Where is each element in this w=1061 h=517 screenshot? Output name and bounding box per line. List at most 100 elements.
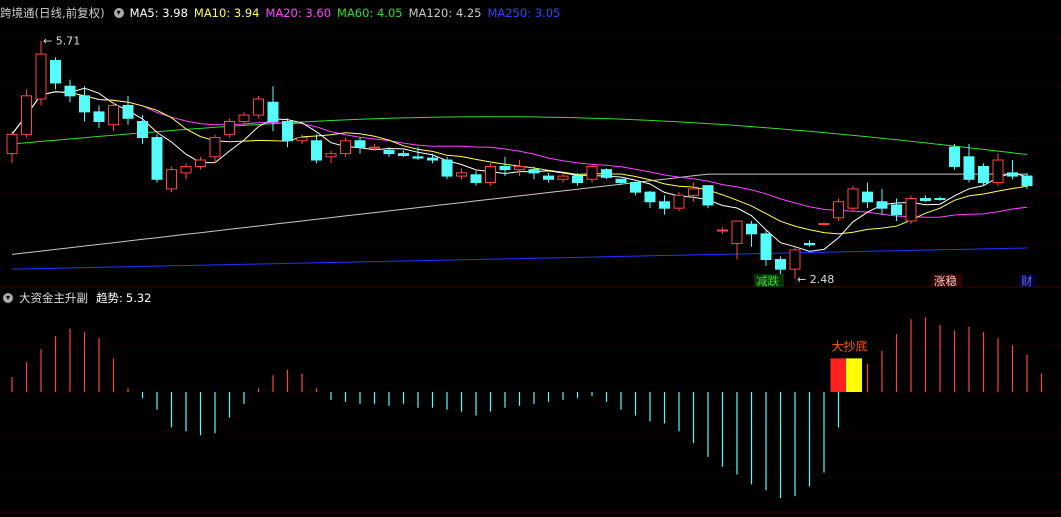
- candle-body: [427, 157, 438, 161]
- candle: [557, 172, 569, 183]
- candle: [238, 111, 250, 125]
- candle: [427, 153, 438, 164]
- candle: [644, 190, 656, 209]
- candle: [601, 168, 612, 180]
- period-label: (日线,前复权): [34, 6, 105, 20]
- candle: [905, 195, 917, 225]
- candle-body: [311, 140, 322, 161]
- candle: [6, 131, 18, 164]
- candle: [180, 163, 192, 180]
- candle: [992, 153, 1004, 186]
- candle-body: [528, 169, 540, 174]
- candle: [847, 185, 859, 212]
- candle-body: [6, 133, 18, 155]
- indicator-title: 大资金主升副: [19, 291, 88, 305]
- candle: [224, 118, 235, 138]
- candle-body: [818, 223, 830, 226]
- signal-tag: 涨稳: [934, 274, 957, 288]
- sub-chart-header: ▾ 大资金主升副 趋势: 5.32: [0, 289, 157, 307]
- candle-body: [485, 165, 496, 183]
- candle: [702, 185, 714, 209]
- candle: [920, 195, 931, 202]
- candle: [891, 198, 902, 222]
- candle-body: [659, 201, 670, 209]
- candle: [441, 156, 453, 180]
- candle: [615, 178, 627, 184]
- candle: [804, 240, 815, 247]
- candle: [311, 134, 322, 164]
- low-price-label: ← 2.48: [797, 273, 834, 286]
- ma60-line: [11, 116, 1028, 155]
- candle: [818, 222, 830, 226]
- candle-body: [325, 153, 337, 158]
- candle: [514, 160, 525, 177]
- candle-body: [209, 137, 221, 158]
- stock-name: 跨境通: [0, 6, 35, 20]
- candle: [456, 168, 467, 180]
- ma250-line: [11, 247, 1028, 270]
- candle: [470, 170, 482, 186]
- candle-body: [804, 242, 815, 246]
- candle-body: [731, 220, 743, 244]
- candle: [543, 172, 554, 183]
- candle-body: [992, 159, 1004, 183]
- candle-body: [354, 140, 366, 148]
- candle-body: [702, 185, 714, 206]
- candle: [195, 156, 206, 170]
- dropdown-circle-icon[interactable]: ▾: [113, 8, 124, 18]
- candle-body: [789, 249, 801, 270]
- indicator-label: 趋势:: [96, 291, 123, 305]
- candle-body: [340, 140, 351, 155]
- candle: [108, 102, 119, 132]
- candle-body: [876, 201, 888, 209]
- candle: [79, 86, 90, 122]
- dropdown-circle-icon[interactable]: ▾: [3, 293, 13, 303]
- signal-tag: 财: [1021, 274, 1033, 288]
- candle: [760, 230, 772, 266]
- candle-body: [1021, 175, 1033, 187]
- candle: [209, 134, 221, 164]
- candle: [325, 150, 337, 164]
- candle-body: [862, 191, 873, 203]
- candle: [688, 182, 699, 202]
- candle: [934, 196, 946, 201]
- candle: [296, 134, 308, 144]
- candle: [963, 143, 975, 183]
- candle-body: [93, 111, 105, 123]
- candle-body: [253, 98, 264, 116]
- candle: [35, 40, 47, 106]
- candle-body: [151, 137, 163, 180]
- ma120-line: [11, 173, 1027, 255]
- candle-body: [35, 53, 47, 100]
- kline-chart[interactable]: ← 5.71 ← 2.48 减跌 涨稳 财大抄底: [0, 0, 1061, 517]
- candle-body: [1007, 172, 1018, 177]
- candle-body: [282, 121, 293, 142]
- candle-body: [122, 104, 134, 119]
- candle-body: [891, 204, 902, 216]
- candle: [717, 227, 728, 234]
- candle-body: [760, 233, 772, 261]
- candle-body: [441, 159, 453, 177]
- candle: [151, 134, 163, 183]
- candle-body: [137, 121, 148, 139]
- candle-body: [514, 165, 525, 171]
- candle-body: [920, 198, 931, 201]
- candle: [93, 105, 105, 128]
- candle: [267, 86, 279, 132]
- ma120-value: MA120: 4.25: [408, 6, 482, 20]
- candle: [876, 188, 888, 215]
- candle-body: [224, 121, 235, 135]
- candle-body: [21, 95, 32, 135]
- candle: [586, 164, 598, 183]
- candle-body: [166, 169, 177, 190]
- candle: [166, 166, 177, 193]
- candle: [673, 192, 685, 212]
- candle-body: [383, 149, 395, 155]
- candle: [282, 118, 293, 148]
- candle-body: [746, 223, 757, 235]
- candle-body: [398, 153, 409, 157]
- candle-body: [934, 198, 946, 201]
- candle-body: [688, 188, 699, 196]
- candle-body: [456, 172, 467, 177]
- candle: [412, 147, 424, 161]
